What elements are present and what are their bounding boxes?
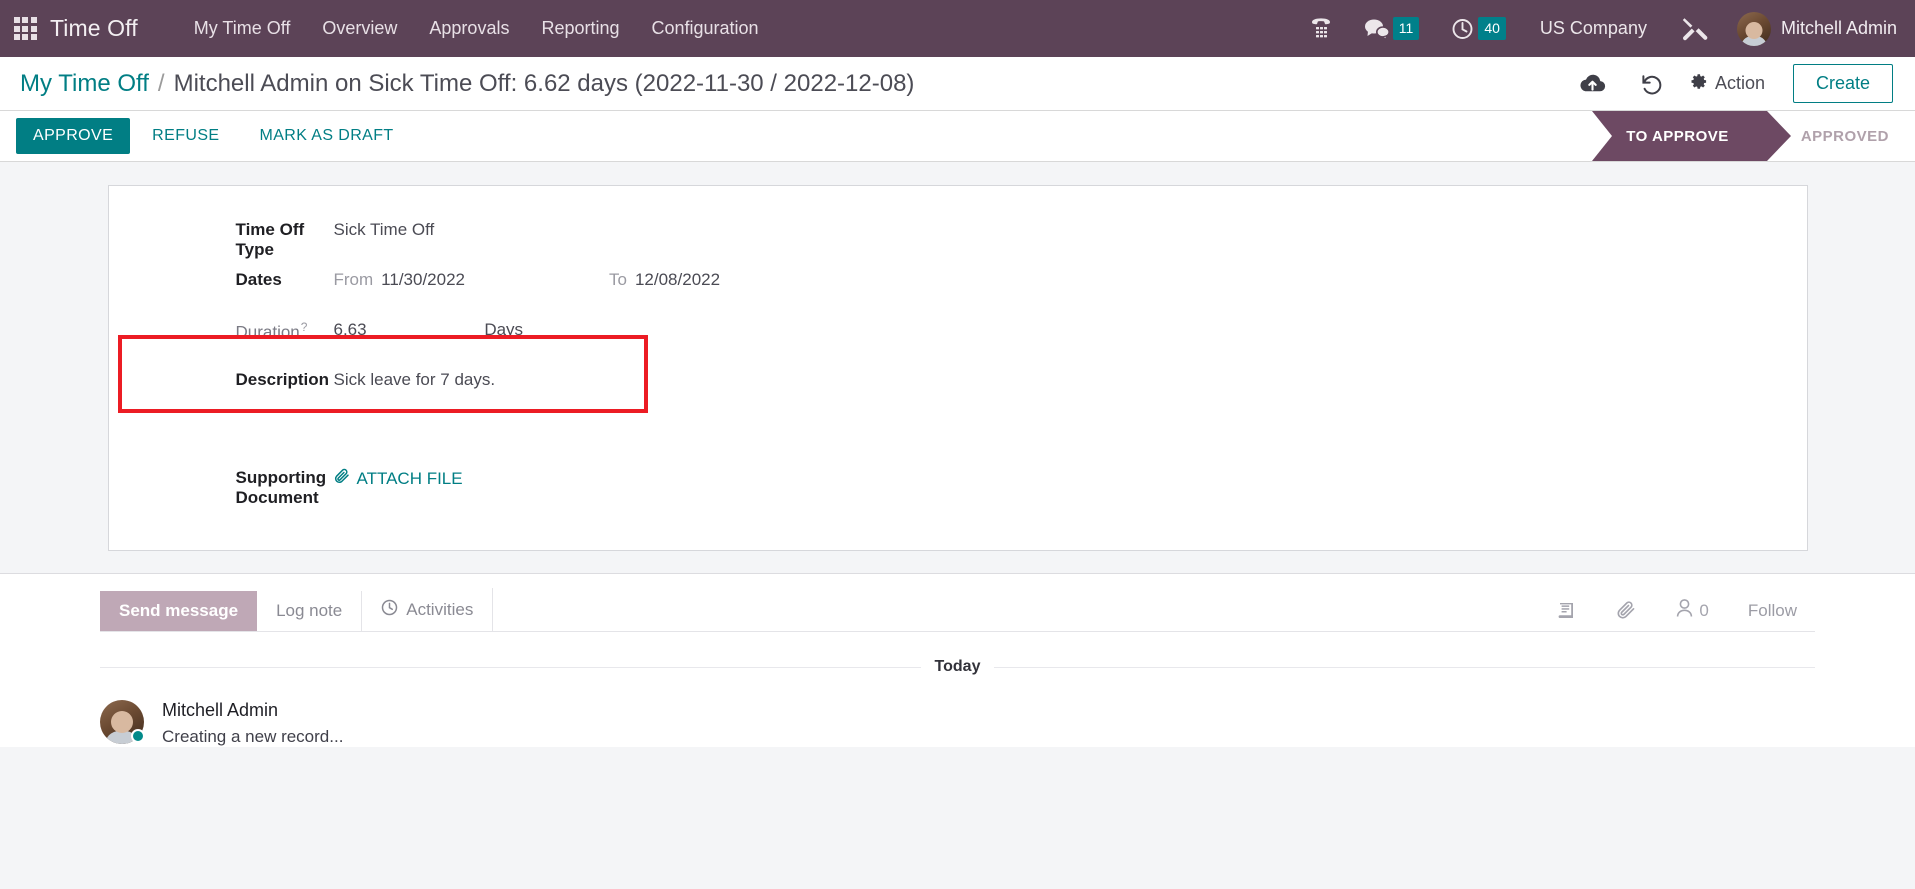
control-panel: My Time Off / Mitchell Admin on Sick Tim… <box>0 57 1915 111</box>
statusbar: APPROVE REFUSE MARK AS DRAFT TO APPROVE … <box>0 111 1915 162</box>
app-brand-time-off[interactable]: Time Off <box>50 15 138 42</box>
day-separator-line-right <box>994 666 1815 668</box>
duration-unit: Days <box>484 320 524 339</box>
user-name-label: Mitchell Admin <box>1780 18 1897 38</box>
activities-counter[interactable]: 40 <box>1435 0 1522 57</box>
undo-icon[interactable] <box>1623 73 1681 95</box>
message-avatar-wrap <box>100 700 145 744</box>
time-off-type-value[interactable]: Sick Time Off <box>334 218 435 240</box>
chatter-tools: 0 Follow <box>1538 598 1815 631</box>
followers-counter[interactable]: 0 <box>1656 598 1727 623</box>
menu-approvals[interactable]: Approvals <box>413 12 525 45</box>
create-button[interactable]: Create <box>1792 64 1893 103</box>
avatar <box>1736 11 1771 46</box>
duration-value[interactable]: 6.63 <box>334 320 367 339</box>
control-panel-actions: Action Create <box>1562 64 1893 103</box>
message-content: Mitchell Admin Creating a new record... <box>162 700 343 747</box>
date-from-prefix: From <box>333 270 374 289</box>
field-row-description: Description Sick leave for 7 days. <box>109 368 1807 418</box>
description-value[interactable]: Sick leave for 7 days. <box>334 368 496 390</box>
help-tooltip-icon[interactable]: ? <box>301 320 308 334</box>
cloud-upload-icon[interactable] <box>1562 73 1623 94</box>
message-body: Creating a new record... <box>162 727 344 746</box>
duration-label: Duration? <box>109 318 334 343</box>
day-separator-label: Today <box>934 658 981 675</box>
chatter-toolbar: Send message Log note Activities 0 Follo… <box>100 574 1815 632</box>
clock-outline-icon <box>381 599 398 619</box>
field-row-duration: Duration? 6.63 Days <box>109 318 1807 368</box>
activities-count-badge: 40 <box>1478 17 1506 40</box>
user-menu[interactable]: Mitchell Admin <box>1725 11 1897 46</box>
action-menu[interactable]: Action <box>1681 67 1781 101</box>
attachments-icon[interactable] <box>1597 600 1656 621</box>
form-content-area: Time Off Type Sick Time Off Dates From 1… <box>0 162 1915 889</box>
day-separator: Today <box>100 658 1815 676</box>
stage-to-approve[interactable]: TO APPROVE <box>1592 111 1791 161</box>
description-label: Description <box>235 370 330 389</box>
mark-as-draft-button[interactable]: MARK AS DRAFT <box>241 118 411 154</box>
breadcrumb-separator: / <box>157 69 165 97</box>
menu-configuration[interactable]: Configuration <box>636 12 775 45</box>
field-row-supporting-document: Supporting Document ATTACH FILE <box>109 466 1807 516</box>
statusbar-buttons: APPROVE REFUSE MARK AS DRAFT <box>16 111 412 161</box>
log-book-icon[interactable] <box>1538 601 1597 620</box>
online-status-dot <box>131 729 145 743</box>
breadcrumb-current-record: Mitchell Admin on Sick Time Off: 6.62 da… <box>173 69 915 97</box>
attach-file-label: ATTACH FILE <box>356 469 463 488</box>
record-sheet: Time Off Type Sick Time Off Dates From 1… <box>107 185 1808 551</box>
time-off-type-label: Time Off Type <box>235 220 305 259</box>
field-row-time-off-type: Time Off Type Sick Time Off <box>109 218 1807 268</box>
dates-label: Dates <box>235 270 282 289</box>
form-rows: Time Off Type Sick Time Off Dates From 1… <box>109 218 1807 516</box>
message-item: Mitchell Admin Creating a new record... <box>100 700 1815 747</box>
date-to-prefix: To <box>609 270 627 289</box>
tab-log-note[interactable]: Log note <box>257 591 363 631</box>
follow-button[interactable]: Follow <box>1728 601 1815 621</box>
menu-overview[interactable]: Overview <box>306 12 413 45</box>
tab-activities-label: Activities <box>406 599 474 619</box>
form-spacer <box>109 418 1807 466</box>
top-navbar: Time Off My Time Off Overview Approvals … <box>0 0 1915 57</box>
supporting-document-label: Supporting Document <box>235 468 327 507</box>
date-to-value[interactable]: 12/08/2022 <box>635 270 720 290</box>
date-from-value[interactable]: 11/30/2022 <box>381 270 465 290</box>
status-stages: TO APPROVE APPROVED <box>1592 111 1915 161</box>
action-label: Action <box>1714 73 1765 93</box>
navbar-right-group: 11 40 US Company Mitchell Admin <box>1294 0 1897 57</box>
breadcrumb: My Time Off / Mitchell Admin on Sick Tim… <box>20 70 914 98</box>
followers-count: 0 <box>1699 600 1709 620</box>
duration-label-text: Duration <box>235 322 300 342</box>
message-thread: Today Mitchell Admin Creating a new reco… <box>100 632 1815 747</box>
apps-grid-icon[interactable] <box>10 14 40 44</box>
paperclip-icon <box>334 468 350 490</box>
chatter: Send message Log note Activities 0 Follo… <box>0 573 1915 747</box>
refuse-button[interactable]: REFUSE <box>134 118 237 154</box>
messages-counter[interactable]: 11 <box>1348 0 1436 57</box>
tab-activities[interactable]: Activities <box>362 588 494 631</box>
phone-dialpad-icon[interactable] <box>1294 0 1348 57</box>
message-author: Mitchell Admin <box>162 700 279 720</box>
dates-value-group: From 11/30/2022 To 12/08/2022 <box>334 268 721 290</box>
day-separator-line-left <box>100 666 921 668</box>
breadcrumb-root-link[interactable]: My Time Off <box>20 70 149 98</box>
tab-send-message[interactable]: Send message <box>100 591 258 631</box>
user-outline-icon <box>1675 598 1694 623</box>
field-row-dates: Dates From 11/30/2022 To 12/08/2022 <box>109 268 1807 318</box>
menu-reporting[interactable]: Reporting <box>525 12 635 45</box>
gear-icon <box>1691 73 1708 95</box>
messages-count-badge: 11 <box>1392 17 1420 40</box>
attach-file-button[interactable]: ATTACH FILE <box>334 466 463 490</box>
approve-button[interactable]: APPROVE <box>16 118 131 154</box>
duration-value-group: 6.63 Days <box>334 318 524 340</box>
wrench-screwdriver-icon[interactable] <box>1665 0 1725 57</box>
menu-my-time-off[interactable]: My Time Off <box>178 12 307 45</box>
company-selector[interactable]: US Company <box>1522 18 1665 39</box>
